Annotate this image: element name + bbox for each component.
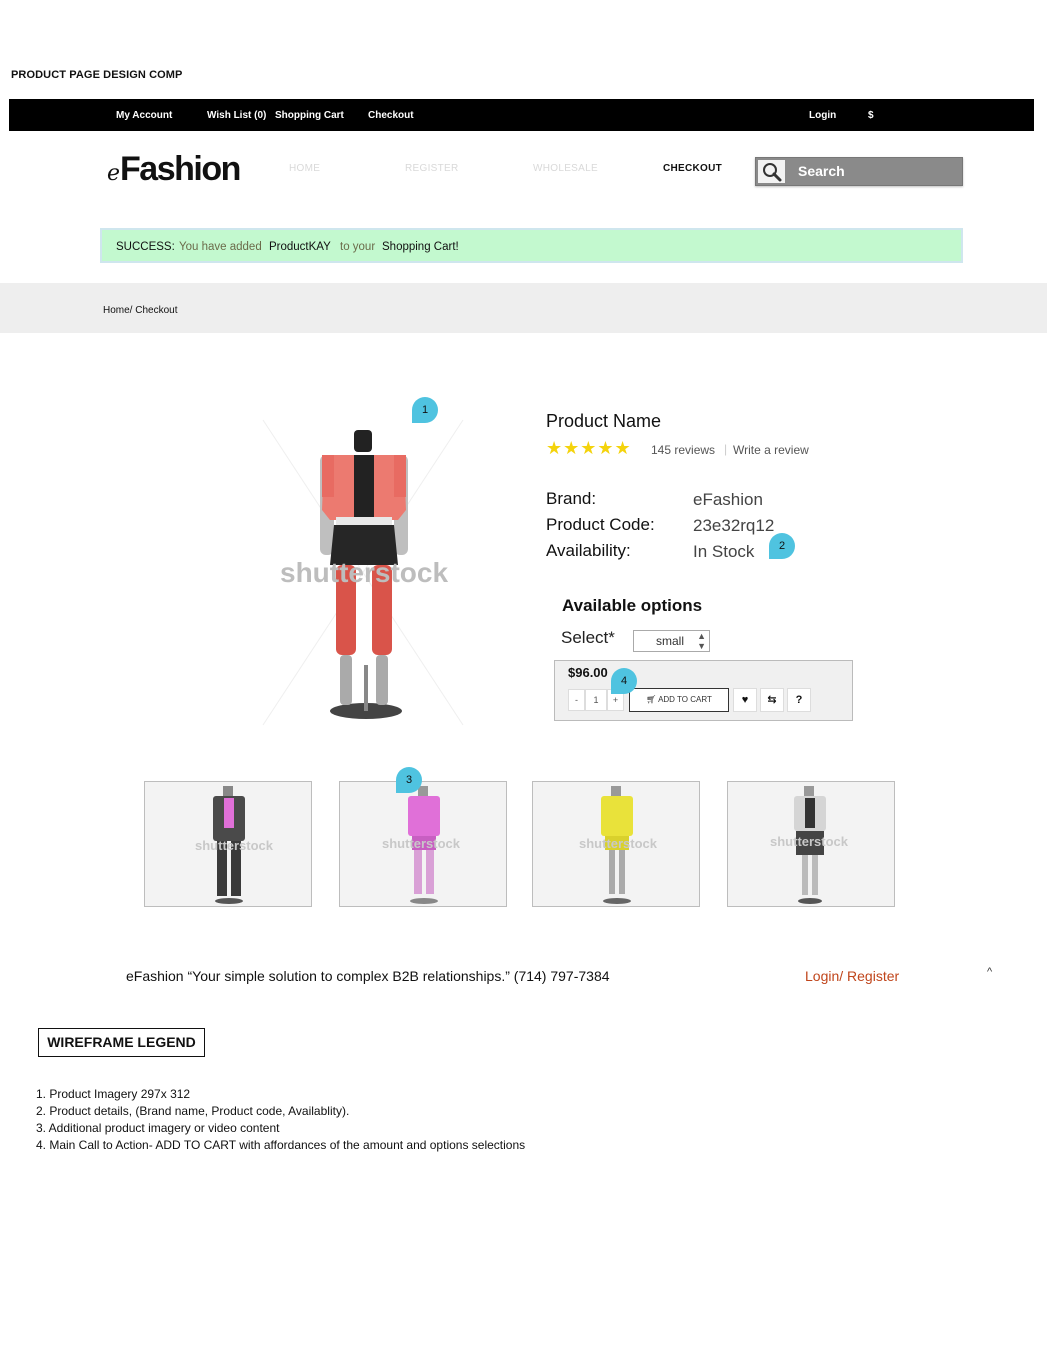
add-to-cart-button[interactable]: 🛒︎ ADD TO CART — [629, 688, 729, 712]
availability-value: In Stock — [693, 542, 755, 561]
product-code-value: 23e32rq12 — [693, 516, 775, 535]
my-account-link[interactable]: My Account — [116, 110, 172, 121]
qty-decrease-button[interactable]: - — [568, 689, 585, 711]
annotation-pin-2: 2 — [769, 533, 795, 559]
rating-stars[interactable]: ★★★★★ — [546, 438, 632, 459]
nav-home[interactable]: HOME — [289, 163, 320, 174]
thumbnail-1[interactable]: shutterstock — [144, 781, 312, 907]
nav-register[interactable]: REGISTER — [405, 163, 459, 174]
success-alert: SUCCESS: You have added ProductKAY to yo… — [100, 228, 963, 263]
write-review-link[interactable]: Write a review — [733, 443, 809, 457]
logo-prefix: e — [107, 161, 121, 186]
success-label: SUCCESS: — [116, 241, 175, 253]
footer-tagline: eFashion “Your simple solution to comple… — [126, 968, 610, 984]
add-to-cart-label: ADD TO CART — [658, 695, 712, 704]
checkout-link[interactable]: Checkout — [368, 110, 414, 121]
login-link[interactable]: Login — [809, 110, 836, 121]
success-text-1: You have added — [179, 241, 262, 253]
search-input[interactable]: Search — [755, 157, 963, 186]
legend-list: 1. Product Imagery 297x 312 2. Product d… — [36, 1086, 525, 1154]
product-image[interactable]: shutterstock — [258, 415, 468, 730]
legend-item: 3. Additional product imagery or video c… — [36, 1121, 280, 1135]
wishlist-heart-icon[interactable]: ♥ — [733, 688, 757, 712]
top-bar: My Account Wish List (0) Shopping Cart C… — [9, 99, 1034, 131]
product-name: Product Name — [546, 411, 662, 431]
annotation-pin-1: 1 — [412, 397, 438, 423]
search-placeholder: Search — [798, 163, 845, 179]
currency-selector[interactable]: $ — [868, 110, 874, 121]
search-icon[interactable] — [758, 160, 785, 183]
thumbnail-2-watermark: shutterstock — [382, 836, 461, 851]
qty-input[interactable]: 1 — [585, 689, 607, 711]
back-to-top-icon[interactable]: ^ — [987, 966, 992, 978]
shopping-cart-link[interactable]: Shopping Cart — [275, 110, 344, 121]
legend-item: 4. Main Call to Action- ADD TO CART with… — [36, 1138, 526, 1152]
select-label: Select* — [561, 628, 615, 647]
product-code-label: Product Code: — [546, 515, 655, 534]
footer-login-register-link[interactable]: Login/ Register — [805, 968, 899, 984]
annotation-pin-3: 3 — [396, 767, 422, 793]
thumbnail-4-watermark: shutterstock — [770, 834, 849, 849]
size-select-value: small — [656, 634, 685, 648]
select-arrows-icon: ▲ ▼ — [697, 631, 706, 651]
legend-item: 2. Product details, (Brand name, Product… — [36, 1104, 350, 1118]
nav-wholesale[interactable]: WHOLESALE — [533, 163, 598, 174]
success-text-2: to your — [340, 241, 376, 253]
cart-icon: 🛒︎ — [646, 695, 657, 704]
size-select[interactable]: small ▲ ▼ — [633, 630, 710, 652]
review-separator: | — [724, 442, 728, 456]
image-watermark: shutterstock — [280, 557, 449, 588]
legend-title: WIREFRAME LEGEND — [38, 1028, 205, 1057]
wish-list-link[interactable]: Wish List (0) — [207, 110, 266, 121]
product-price: $96.00 — [568, 665, 608, 680]
reviews-count-link[interactable]: 145 reviews — [651, 443, 715, 457]
nav-checkout[interactable]: CHECKOUT — [663, 163, 722, 174]
help-button[interactable]: ? — [787, 688, 811, 712]
thumbnail-1-watermark: shutterstock — [195, 838, 274, 853]
logo-wordmark: Fashion — [120, 150, 241, 188]
thumbnail-3-watermark: shutterstock — [579, 836, 658, 851]
annotation-pin-4: 4 — [611, 668, 637, 694]
thumbnail-3[interactable]: shutterstock — [532, 781, 700, 907]
site-logo[interactable]: eFashion — [107, 149, 241, 194]
thumbnail-2[interactable]: shutterstock — [339, 781, 507, 907]
success-cart-link[interactable]: Shopping Cart! — [382, 241, 459, 253]
availability-label: Availability: — [546, 541, 631, 560]
thumbnail-4[interactable]: shutterstock — [727, 781, 895, 907]
document-title: PRODUCT PAGE DESIGN COMP — [11, 69, 183, 81]
available-options-title: Available options — [562, 596, 703, 615]
compare-icon[interactable]: ⇆ — [760, 688, 784, 712]
brand-value: eFashion — [693, 490, 763, 509]
breadcrumb[interactable]: Home/ Checkout — [103, 305, 177, 316]
brand-label: Brand: — [546, 489, 597, 508]
success-product-link[interactable]: ProductKAY — [269, 241, 331, 253]
legend-item: 1. Product Imagery 297x 312 — [36, 1087, 191, 1101]
